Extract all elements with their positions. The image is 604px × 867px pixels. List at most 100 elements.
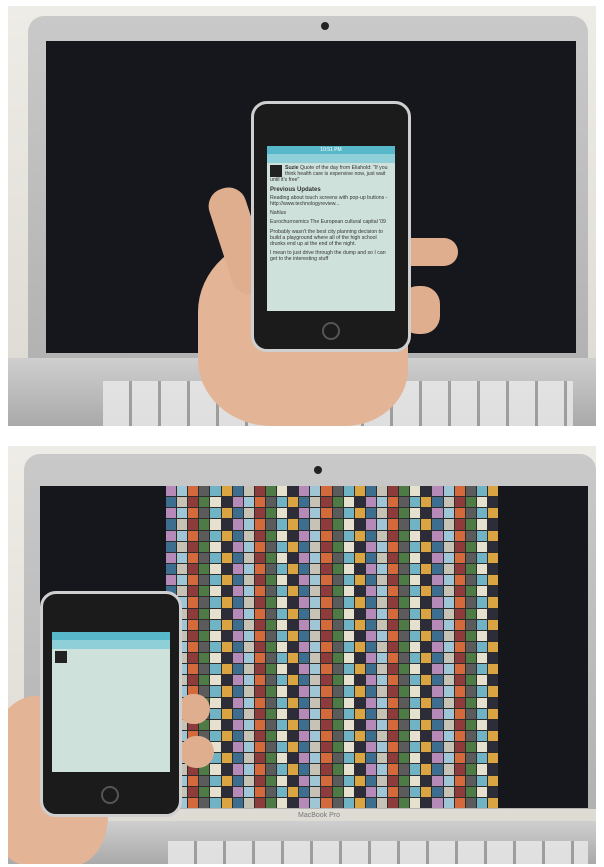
mosaic-tile: [421, 641, 432, 653]
mosaic-tile: [288, 786, 299, 797]
mosaic-tile: [443, 775, 454, 786]
mosaic-tile: [410, 664, 421, 675]
mosaic-tile: [410, 541, 421, 552]
mosaic-tile: [243, 486, 254, 497]
mosaic-tile: [476, 597, 487, 608]
mosaic-tile: [277, 731, 288, 742]
mosaic-tile: [254, 563, 265, 575]
mosaic-tile: [265, 563, 276, 575]
mosaic-tile: [365, 541, 376, 552]
mosaic-tile: [476, 541, 487, 552]
mosaic-tile: [188, 530, 199, 541]
mosaic-tile: [199, 486, 210, 497]
mosaic-tile: [177, 508, 188, 519]
mosaic-tile: [277, 619, 288, 630]
mosaic-tile: [399, 742, 410, 753]
mosaic-tile: [232, 630, 243, 641]
mosaic-tile: [299, 497, 310, 508]
mosaic-tile: [454, 530, 465, 541]
mosaic-tile: [232, 786, 243, 797]
mosaic-tile: [443, 653, 454, 664]
mosaic-tile: [210, 586, 221, 597]
mosaic-tile: [199, 552, 210, 563]
mosaic-tile: [254, 619, 265, 630]
mosaic-tile: [210, 731, 221, 742]
mosaic-tile: [210, 497, 221, 508]
mosaic-tile: [476, 708, 487, 719]
mosaic-tile: [332, 797, 343, 808]
mosaic-tile: [243, 530, 254, 541]
mosaic-tile: [177, 530, 188, 541]
mosaic-tile: [376, 497, 387, 508]
mosaic-tile: [288, 742, 299, 753]
mosaic-tile: [421, 486, 432, 497]
mosaic-tile: [432, 508, 443, 519]
mosaic-tile: [410, 753, 421, 764]
mosaic-tile: [188, 508, 199, 519]
mosaic-tile: [221, 497, 232, 508]
home-button-icon[interactable]: [101, 786, 119, 804]
mosaic-tile: [465, 586, 476, 597]
mosaic-tile: [365, 619, 376, 630]
mosaic-tile: [476, 530, 487, 541]
mosaic-tile: [188, 575, 199, 586]
mosaic-tile: [399, 653, 410, 664]
mosaic-tile: [476, 775, 487, 786]
mosaic-tile: [243, 608, 254, 619]
mosaic-tile: [354, 786, 365, 797]
mosaic-tile: [487, 719, 498, 731]
mosaic-tile: [421, 619, 432, 630]
mosaic-tile: [288, 731, 299, 742]
mosaic-tile: [166, 552, 177, 563]
mosaic-tile: [354, 653, 365, 664]
feed-post[interactable]: Eurochurrosmics The European cultural ca…: [270, 219, 392, 225]
mosaic-tile: [432, 775, 443, 786]
mosaic-tile: [166, 575, 177, 586]
mosaic-tile: [188, 775, 199, 786]
mosaic-tile: [465, 786, 476, 797]
mosaic-tile: [476, 552, 487, 563]
mosaic-tile: [243, 541, 254, 552]
feed-post[interactable]: Nahlus: [270, 210, 392, 216]
mosaic-tile: [221, 486, 232, 497]
feed-post[interactable]: Probably wasn't the best city planning d…: [270, 229, 392, 248]
mosaic-tile: [277, 697, 288, 708]
home-button-icon[interactable]: [322, 322, 340, 340]
mosaic-tile: [343, 664, 354, 675]
mosaic-tile: [243, 708, 254, 719]
mosaic-tile: [232, 597, 243, 608]
mosaic-tile: [221, 530, 232, 541]
mosaic-tile: [254, 653, 265, 664]
mosaic-tile: [332, 742, 343, 753]
mosaic-tile: [443, 764, 454, 775]
mosaic-tile: [465, 675, 476, 686]
mosaic-tile: [476, 497, 487, 508]
mosaic-tile: [376, 708, 387, 719]
mosaic-tile: [421, 597, 432, 608]
mosaic-tile: [321, 519, 332, 530]
mosaic-tile: [432, 586, 443, 597]
mosaic-tile: [343, 641, 354, 653]
mosaic-tile: [254, 541, 265, 552]
mosaic-tile: [487, 742, 498, 753]
mosaic-tile: [221, 575, 232, 586]
mosaic-tile: [265, 541, 276, 552]
mosaic-tile: [232, 708, 243, 719]
feed-post[interactable]: I mean to just drive through the dump an…: [270, 250, 392, 262]
mosaic-tile: [310, 541, 321, 552]
mosaic-tile: [343, 708, 354, 719]
mosaic-tile: [166, 519, 177, 530]
mosaic-tile: [487, 486, 498, 497]
mosaic-tile: [465, 653, 476, 664]
mosaic-tile: [487, 775, 498, 786]
mosaic-tile: [199, 797, 210, 808]
mosaic-tile: [365, 764, 376, 775]
mosaic-tile: [199, 675, 210, 686]
mosaic-tile: [288, 608, 299, 619]
feed-post[interactable]: Reading about touch screens with pop-up …: [270, 195, 392, 207]
mosaic-tile: [254, 719, 265, 731]
mosaic-tile: [332, 552, 343, 563]
mosaic-tile: [343, 753, 354, 764]
mosaic-tile: [321, 753, 332, 764]
mosaic-tile: [410, 797, 421, 808]
